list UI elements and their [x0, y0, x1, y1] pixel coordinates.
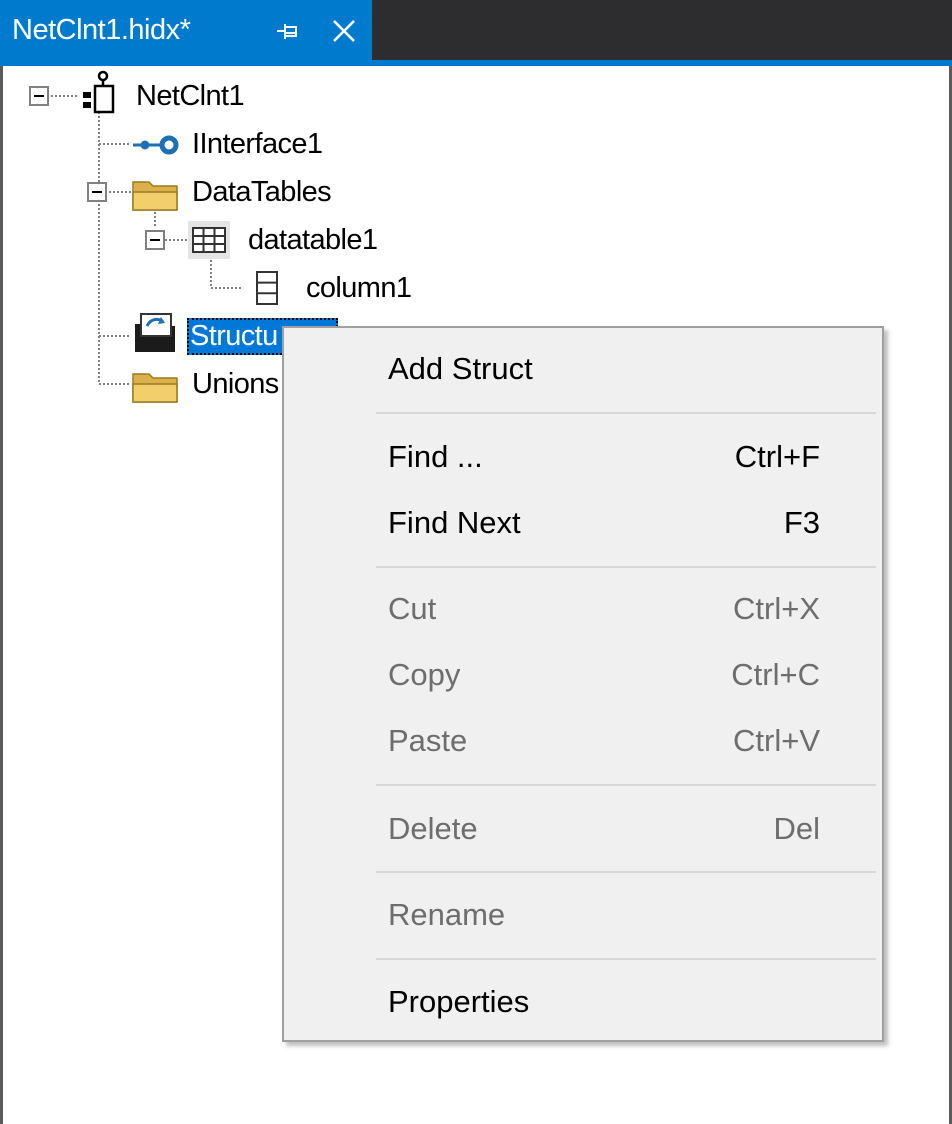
- menu-item-find-next[interactable]: Find Next F3: [284, 490, 882, 556]
- context-menu: Add Struct Find ... Ctrl+F Find Next F3 …: [282, 326, 884, 1042]
- menu-separator: [376, 566, 876, 568]
- menu-item-label: Cut: [388, 591, 437, 626]
- menu-item-find[interactable]: Find ... Ctrl+F: [284, 424, 882, 490]
- menu-item-shortcut: Ctrl+X: [733, 591, 820, 626]
- column-icon: [256, 271, 278, 305]
- tree-node-label: Unions: [192, 367, 279, 400]
- document-tab[interactable]: NetClnt1.hidx*: [0, 0, 372, 60]
- tree-node-datatable1[interactable]: datatable1: [245, 220, 380, 260]
- collapse-toggle-icon[interactable]: [145, 230, 165, 250]
- menu-item-label: Properties: [388, 984, 530, 1019]
- menu-item-properties[interactable]: Properties: [284, 969, 882, 1035]
- menu-item-shortcut: Del: [773, 811, 820, 846]
- menu-separator: [376, 784, 876, 786]
- client-node-icon: [83, 70, 115, 114]
- menu-item-label: Copy: [388, 657, 461, 692]
- menu-item-label: Add Struct: [388, 351, 533, 386]
- collapse-toggle-icon[interactable]: [29, 86, 49, 106]
- menu-item-delete[interactable]: Delete Del: [284, 796, 882, 862]
- menu-item-label: Delete: [388, 811, 478, 846]
- menu-item-label: Rename: [388, 897, 506, 932]
- tree-node-iinterface1[interactable]: IInterface1: [189, 124, 325, 164]
- struct-folder-icon: [135, 313, 175, 352]
- tree-node-label: DataTables: [192, 175, 332, 208]
- menu-separator: [376, 871, 876, 873]
- interface-lollipop-icon: [133, 135, 179, 155]
- menu-item-add-struct[interactable]: Add Struct: [284, 336, 882, 402]
- tree-node-label: datatable1: [248, 223, 378, 256]
- tree-node-label: column1: [306, 271, 412, 304]
- menu-item-shortcut: Ctrl+V: [733, 723, 820, 758]
- menu-item-copy[interactable]: Copy Ctrl+C: [284, 642, 882, 708]
- menu-item-shortcut: Ctrl+C: [731, 657, 820, 692]
- menu-item-paste[interactable]: Paste Ctrl+V: [284, 708, 882, 774]
- document-tab-strip: NetClnt1.hidx*: [0, 0, 952, 60]
- table-grid-icon: [188, 221, 230, 259]
- menu-separator: [376, 958, 876, 960]
- tree-node-label: IInterface1: [192, 127, 323, 160]
- menu-item-cut[interactable]: Cut Ctrl+X: [284, 576, 882, 642]
- close-icon[interactable]: [330, 17, 358, 45]
- menu-separator: [376, 412, 876, 414]
- menu-item-rename[interactable]: Rename: [284, 882, 882, 948]
- tree-node-netclnt1[interactable]: NetClnt1: [133, 76, 247, 116]
- menu-item-label: Find ...: [388, 439, 483, 474]
- menu-item-label: Find Next: [388, 505, 521, 540]
- tree-node-datatables[interactable]: DataTables: [189, 172, 334, 212]
- folder-icon: [132, 181, 178, 211]
- pin-icon[interactable]: [276, 22, 300, 42]
- tree-node-label: NetClnt1: [136, 79, 245, 112]
- tree-node-unions[interactable]: Unions: [189, 364, 282, 404]
- menu-item-shortcut: Ctrl+F: [734, 439, 820, 474]
- collapse-toggle-icon[interactable]: [87, 182, 107, 202]
- folder-icon: [132, 373, 178, 403]
- tab-title: NetClnt1.hidx*: [12, 13, 191, 46]
- menu-item-label: Paste: [388, 723, 468, 758]
- tree-node-column1[interactable]: column1: [303, 268, 414, 308]
- menu-item-shortcut: F3: [783, 505, 820, 540]
